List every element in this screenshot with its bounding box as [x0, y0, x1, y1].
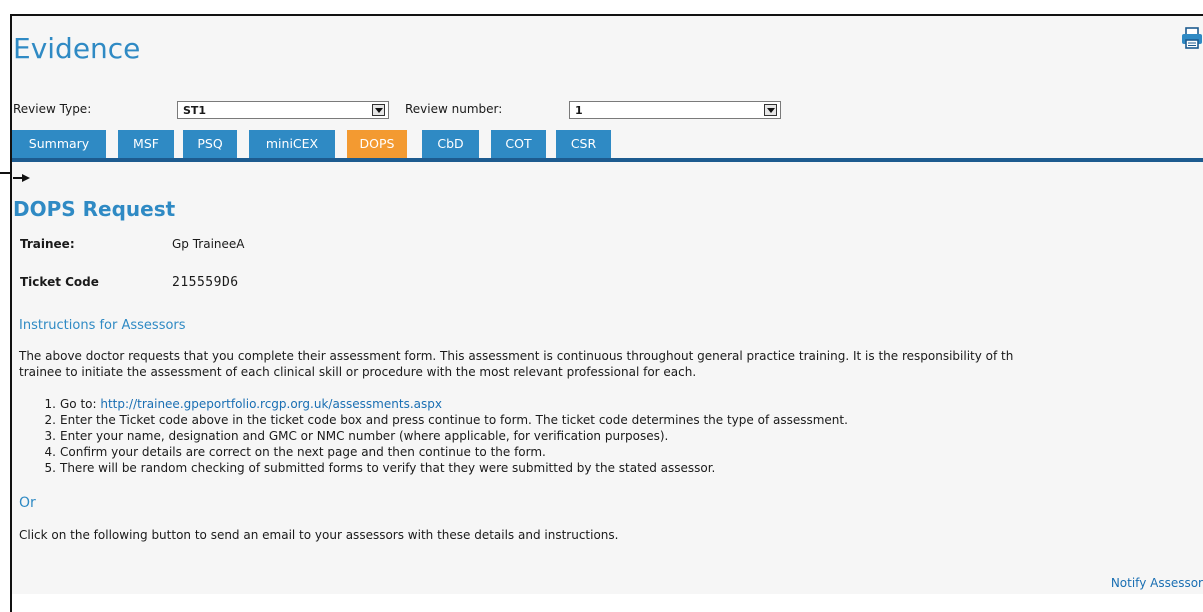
tab-divider — [12, 158, 1203, 162]
evidence-panel: Evidence Review Type: ST1 Review number:… — [10, 14, 1203, 612]
tab-msf[interactable]: MSF — [118, 130, 176, 158]
section-title: DOPS Request — [13, 197, 176, 221]
printer-icon[interactable] — [1181, 26, 1203, 50]
ticket-code-value: 215559D6 — [172, 275, 239, 290]
list-item: 4. Confirm your details are correct on th… — [45, 444, 848, 460]
step-number: 5. — [44, 461, 56, 475]
instructions-heading: Instructions for Assessors — [19, 318, 186, 333]
step-text: Enter the Ticket code above in the ticke… — [60, 413, 848, 427]
ticket-code-label: Ticket Code — [20, 275, 99, 289]
step-number: 1. — [44, 397, 56, 411]
chevron-down-icon[interactable] — [764, 104, 777, 116]
trainee-label: Trainee: — [20, 237, 75, 251]
notify-assessor-link[interactable]: Notify Assessor — [1111, 576, 1203, 590]
step-text: Confirm your details are correct on the … — [60, 445, 546, 459]
review-number-select[interactable]: 1 — [569, 101, 781, 119]
list-item: 2. Enter the Ticket code above in the tic… — [45, 412, 848, 428]
list-item: 3. Enter your name, designation and GMC o… — [45, 428, 848, 444]
instructions-line: The above doctor requests that you compl… — [19, 349, 1014, 363]
list-item: 5. There will be random checking of submi… — [45, 460, 848, 476]
page-title: Evidence — [13, 32, 141, 65]
tab-cbd[interactable]: CbD — [422, 130, 481, 158]
email-note: Click on the following button to send an… — [19, 528, 619, 542]
chevron-down-icon[interactable] — [372, 104, 385, 116]
step-text: There will be random checking of submitt… — [60, 461, 716, 475]
footer-band — [12, 594, 1203, 612]
tab-summary[interactable]: Summary — [12, 130, 108, 158]
review-number-label: Review number: — [405, 102, 503, 116]
trainee-value: Gp TraineeA — [172, 237, 245, 251]
list-item: 1. Go to: http://trainee.gpeportfolio.rcg… — [45, 396, 848, 412]
assessments-link[interactable]: http://trainee.gpeportfolio.rcgp.org.uk/… — [100, 397, 442, 411]
review-number-value: 1 — [575, 104, 583, 117]
tab-minicex[interactable]: miniCEX — [249, 130, 337, 158]
step-number: 2. — [44, 413, 56, 427]
step-number: 4. — [44, 445, 56, 459]
or-separator: Or — [19, 495, 36, 511]
instructions-line: trainee to initiate the assessment of ea… — [19, 365, 697, 379]
tab-psq[interactable]: PSQ — [183, 130, 239, 158]
review-type-value: ST1 — [183, 104, 207, 117]
edge-marker — [0, 172, 11, 174]
instructions-paragraph: The above doctor requests that you compl… — [19, 348, 1203, 380]
step-text: Go to: — [60, 397, 101, 411]
tab-dops[interactable]: DOPS — [347, 130, 409, 158]
instructions-steps: 1. Go to: http://trainee.gpeportfolio.rcg… — [45, 396, 848, 476]
tab-csr[interactable]: CSR — [556, 130, 613, 158]
review-type-label: Review Type: — [13, 102, 92, 116]
arrow-right-icon — [13, 174, 30, 182]
step-number: 3. — [44, 429, 56, 443]
step-text: Enter your name, designation and GMC or … — [60, 429, 669, 443]
review-type-select[interactable]: ST1 — [177, 101, 389, 119]
tab-cot[interactable]: COT — [491, 130, 548, 158]
